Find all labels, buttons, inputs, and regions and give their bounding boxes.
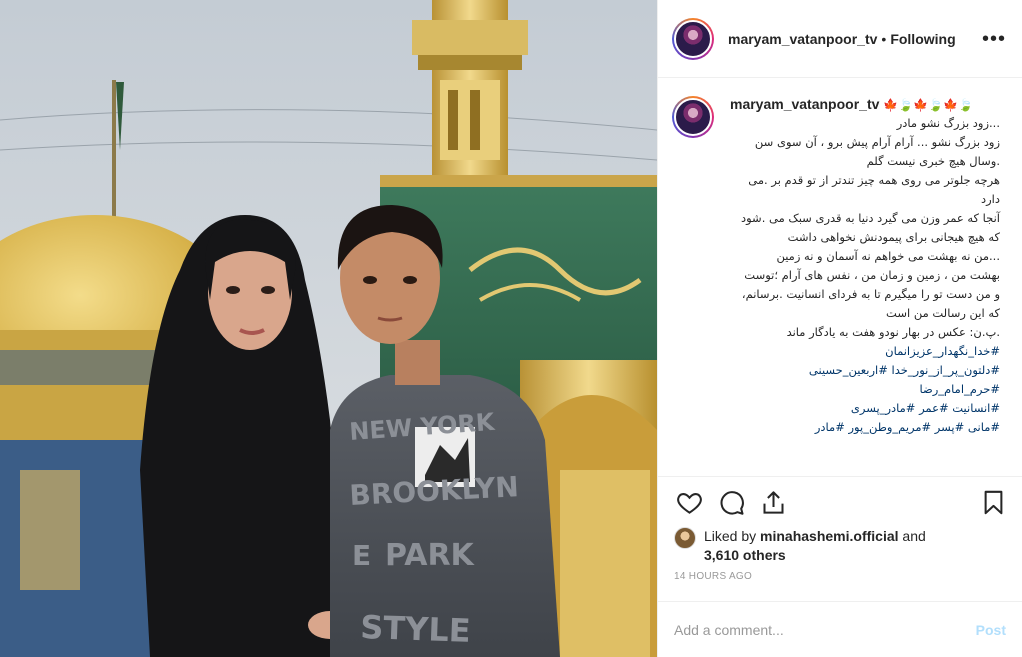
author-avatar-image	[674, 19, 712, 58]
caption-emoji: 🍁🍃🍁🍃🍁🍃	[883, 98, 974, 112]
photo-scene: NEW YORK BROOKLYN E PARK STYLE	[0, 0, 657, 657]
comment-bubble-icon	[720, 490, 744, 515]
header-separator: •	[881, 30, 887, 47]
likes-summary: Liked by minahashemi.official and 3,610 …	[658, 527, 1022, 565]
liker-avatar[interactable]	[674, 527, 696, 549]
post-photo[interactable]: NEW YORK BROOKLYN E PARK STYLE	[0, 0, 657, 657]
post-side-panel: maryam_vatanpoor_tv • Following ••• mary…	[657, 0, 1022, 657]
likes-text: Liked by minahashemi.official and 3,610 …	[704, 527, 926, 565]
post-comment-button[interactable]: Post	[976, 622, 1006, 638]
heart-icon	[676, 492, 702, 514]
shirt-text-line-4: STYLE	[360, 608, 472, 650]
hashtag-line[interactable]: #دلتون_پر_از_نور_خدا #اربعین_حسینی	[730, 361, 1000, 380]
author-username[interactable]: maryam_vatanpoor_tv	[728, 31, 877, 47]
post-header: maryam_vatanpoor_tv • Following •••	[658, 0, 1022, 78]
author-avatar[interactable]	[672, 17, 714, 60]
comment-form: Post	[658, 601, 1022, 657]
caption-author-avatar[interactable]	[672, 96, 714, 138]
shirt-text-line-3: PARK	[385, 538, 476, 573]
post-timestamp[interactable]: 14 HOURS AGO	[658, 565, 1022, 601]
caption-text: ...زود بزرگ نشو مادر زود بزرگ نشو ... آر…	[741, 116, 1000, 339]
following-button[interactable]: Following	[890, 31, 955, 47]
more-options-icon[interactable]: •••	[982, 29, 1006, 49]
hashtag-line[interactable]: #خدا_نگهدار_عزیزانمان	[730, 342, 1000, 361]
bookmark-icon	[984, 490, 1002, 514]
liker-username[interactable]: minahashemi.official	[760, 528, 898, 544]
hashtag-line[interactable]: #انسانیت #عمر #مادر_پسری	[730, 399, 1000, 418]
like-button[interactable]	[674, 487, 704, 517]
instagram-post: NEW YORK BROOKLYN E PARK STYLE maryam_va…	[0, 0, 1022, 657]
caption-hashtags: #خدا_نگهدار_عزیزانمان #دلتون_پر_از_نور_خ…	[730, 342, 1000, 437]
likes-conjunction: and	[902, 528, 926, 544]
save-button[interactable]	[978, 487, 1008, 517]
shirt-text-extra: E	[352, 539, 371, 572]
comment-button[interactable]	[716, 487, 746, 517]
share-icon	[762, 490, 784, 514]
likes-others-count[interactable]: 3,610 others	[704, 547, 786, 563]
likes-prefix: Liked by	[704, 528, 757, 544]
caption-username[interactable]: maryam_vatanpoor_tv	[730, 96, 879, 112]
caption-section: maryam_vatanpoor_tv 🍁🍃🍁🍃🍁🍃 ...زود بزرگ نش…	[658, 78, 1022, 477]
hashtag-line[interactable]: #مانی #پسر #مریم_وطن_پور #مادر	[730, 418, 1000, 437]
caption-author-avatar-image	[674, 98, 712, 136]
post-actions	[658, 477, 1022, 527]
comment-input[interactable]	[674, 621, 976, 638]
hashtag-line[interactable]: #حرم_امام_رضا	[730, 380, 1000, 399]
share-button[interactable]	[758, 487, 788, 517]
caption-body: maryam_vatanpoor_tv 🍁🍃🍁🍃🍁🍃 ...زود بزرگ نش…	[730, 96, 1000, 476]
